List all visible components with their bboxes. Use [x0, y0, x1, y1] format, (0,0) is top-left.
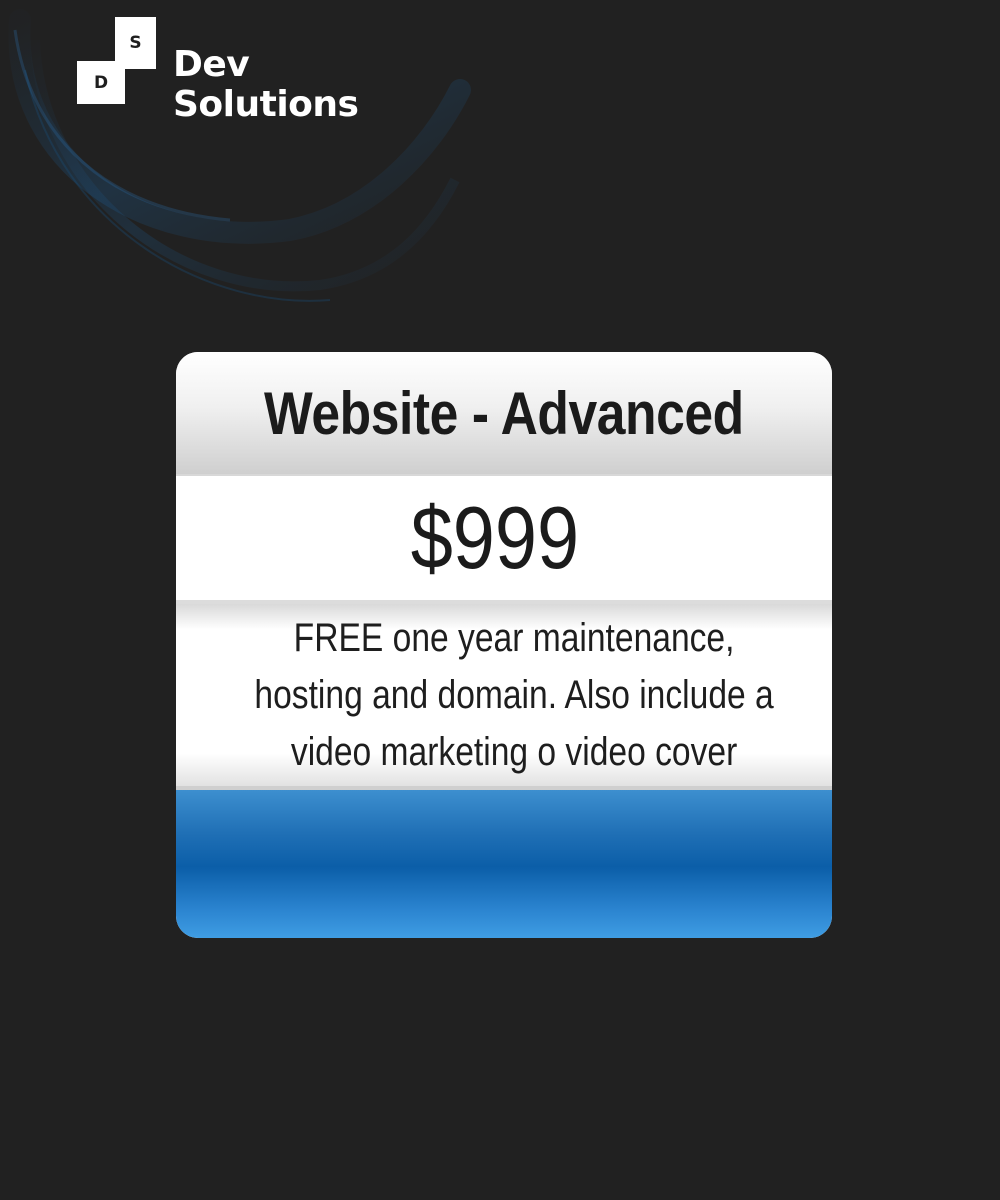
pricing-card: Website - Advanced $999 FREE one year ma…	[176, 352, 832, 938]
plan-description: FREE one year maintenance, hosting and d…	[254, 615, 774, 774]
pricing-card-header: Website - Advanced	[176, 352, 832, 476]
pricing-card-price: $999	[176, 476, 832, 604]
brand-logo[interactable]: S D Dev Solutions	[77, 17, 397, 127]
brand-name: Dev Solutions	[173, 44, 359, 125]
logo-mark-d: D	[77, 61, 125, 104]
brand-name-line1: Dev	[173, 44, 250, 85]
plan-price: $999	[410, 488, 580, 587]
brand-name-line2: Solutions	[173, 84, 359, 125]
pricing-card-footer-button[interactable]	[176, 790, 832, 938]
logo-mark-icon: S D	[77, 17, 157, 105]
pricing-card-description: FREE one year maintenance, hosting and d…	[176, 604, 832, 790]
plan-title: Website - Advanced	[264, 379, 744, 447]
page: S D Dev Solutions Website - Advanced $99…	[0, 0, 1000, 1200]
